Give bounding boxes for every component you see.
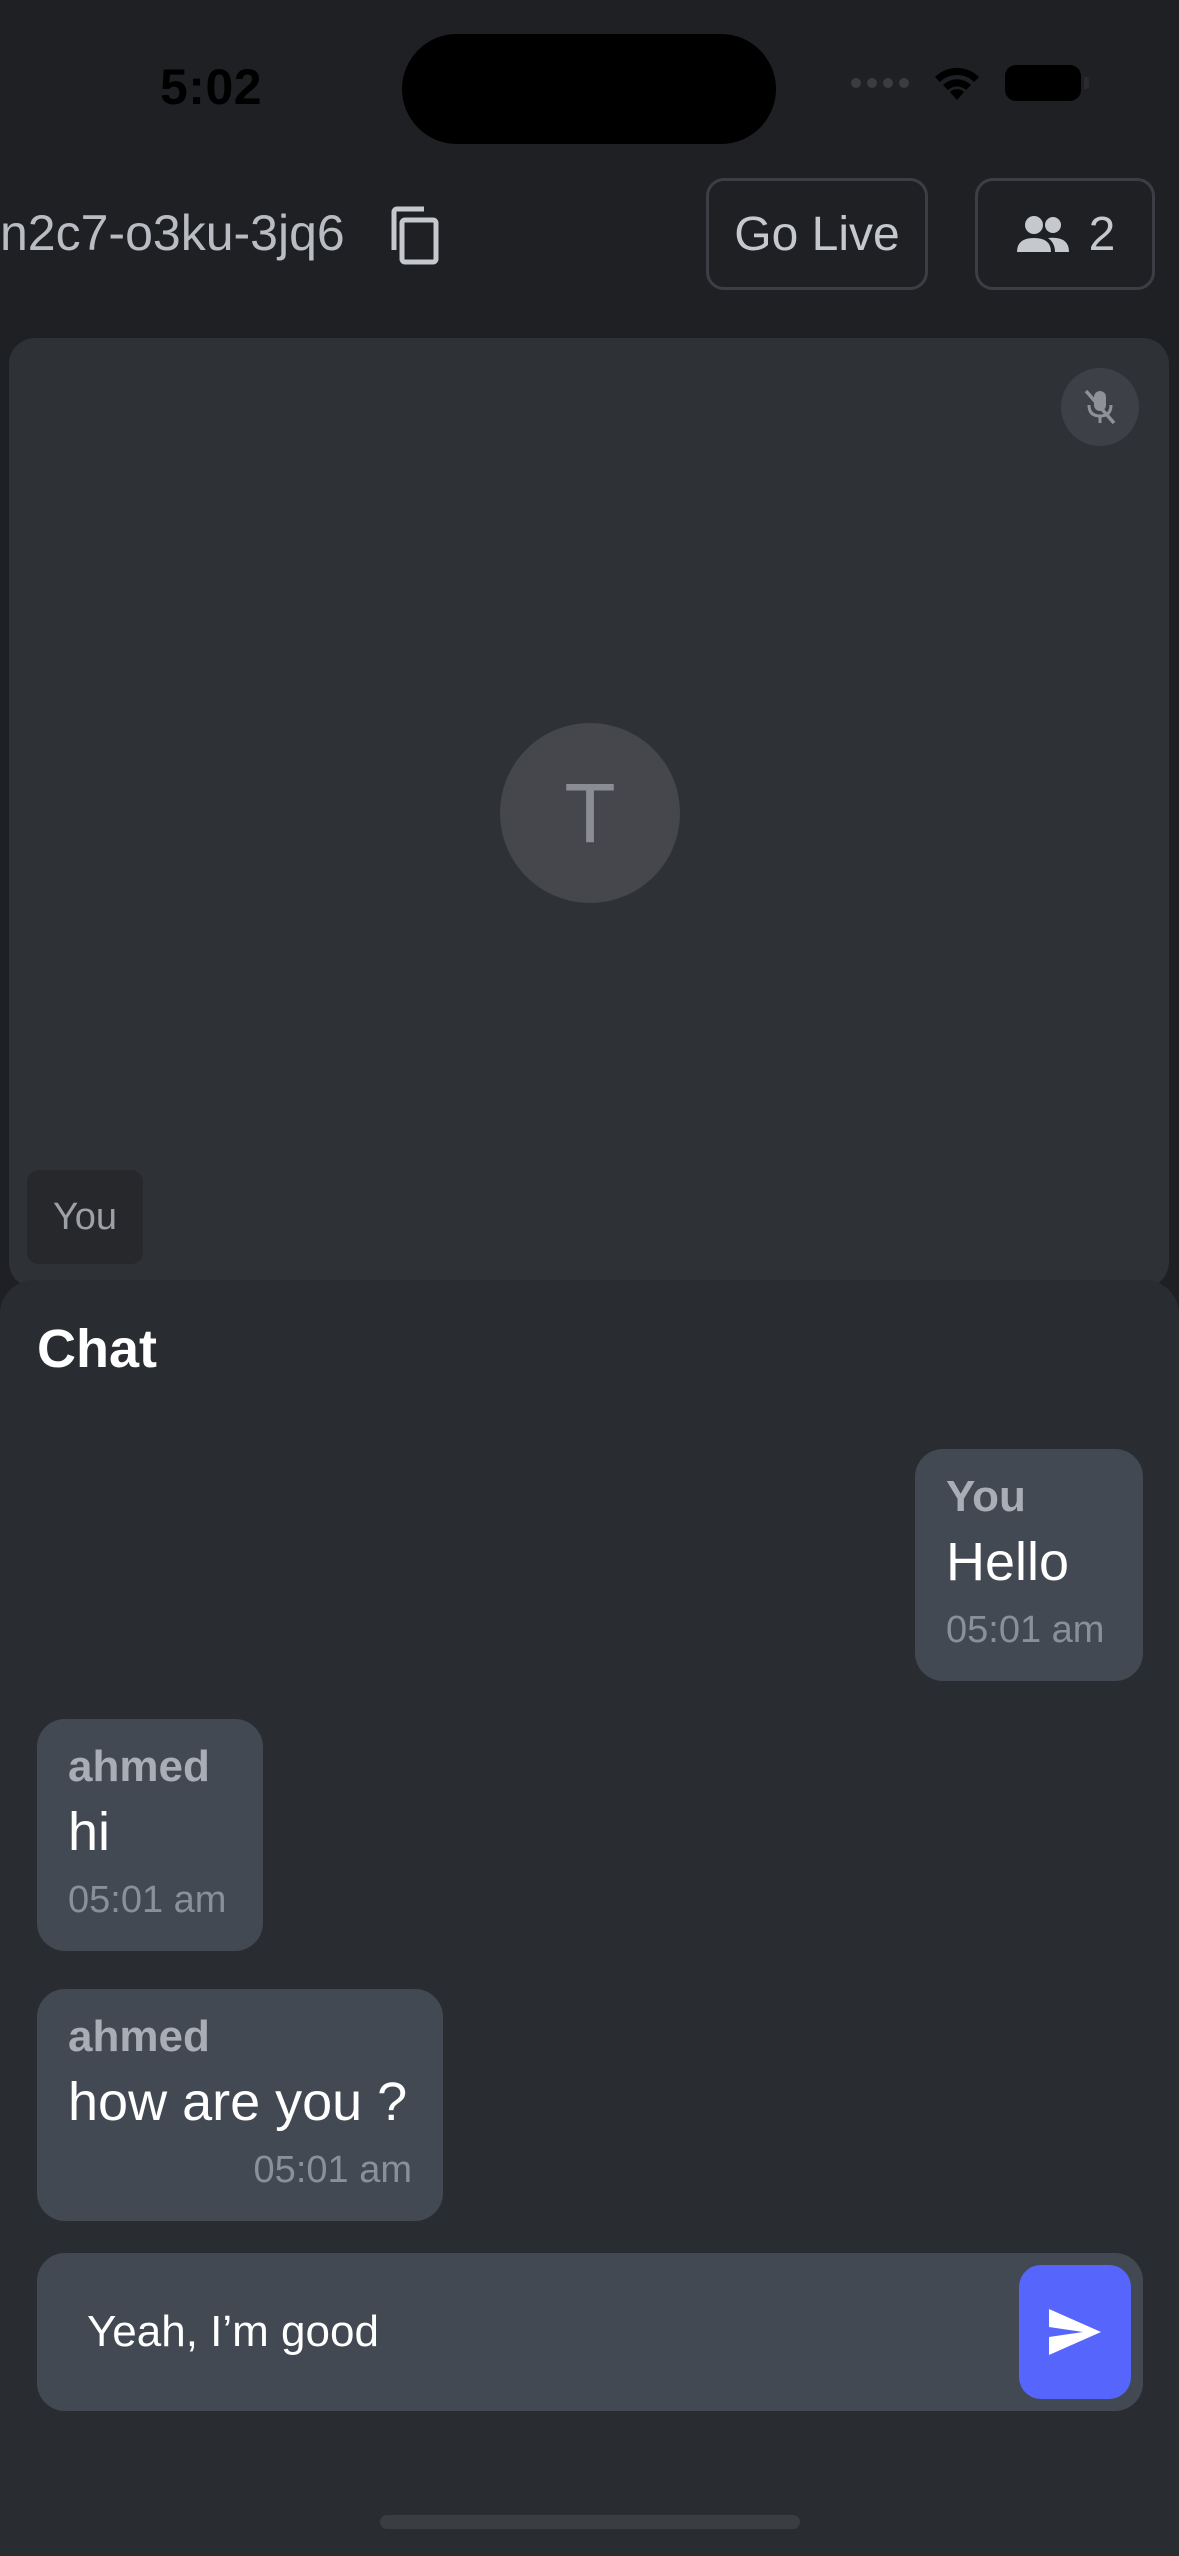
message-composer (37, 2253, 1143, 2411)
chat-message-incoming: ahmed how are you ? 05:01 am (37, 1989, 443, 2221)
message-sender: ahmed (68, 2012, 210, 2061)
cellular-signal-icon (851, 78, 909, 88)
avatar: T (500, 723, 680, 903)
message-time: 05:01 am (68, 1879, 227, 1921)
mic-off-icon (1084, 389, 1116, 425)
chat-panel: Chat You Hello 05:01 am ahmed hi 05:01 a… (0, 1280, 1179, 2556)
send-button[interactable] (1019, 2265, 1131, 2399)
people-icon (1016, 216, 1069, 252)
participant-count: 2 (1088, 207, 1116, 261)
chat-message-incoming: ahmed hi 05:01 am (37, 1719, 263, 1951)
send-icon (1049, 2309, 1101, 2355)
go-live-label: Go Live (734, 207, 900, 261)
wifi-icon (935, 67, 979, 100)
message-sender: ahmed (68, 1742, 210, 1791)
copy-icon[interactable] (386, 204, 444, 266)
home-indicator[interactable] (380, 2515, 800, 2529)
message-text: how are you ? (68, 2072, 408, 2132)
mic-off-badge (1061, 368, 1139, 446)
battery-icon (1005, 65, 1089, 101)
participants-button[interactable]: 2 (975, 178, 1155, 290)
message-time: 05:01 am (253, 2149, 412, 2191)
message-time: 05:01 am (946, 1609, 1105, 1651)
status-icons (851, 64, 1089, 102)
message-input[interactable] (85, 2297, 985, 2367)
message-sender: You (946, 1472, 1026, 1521)
meeting-code: n2c7-o3ku-3jq6 (0, 205, 345, 261)
message-text: Hello (946, 1532, 1070, 1592)
message-text: hi (68, 1802, 111, 1862)
screen: 5:02 n2c7-o3ku-3jq6 Go Live 2 T You Chat… (0, 0, 1179, 2556)
chat-title: Chat (37, 1319, 157, 1379)
dynamic-island (402, 34, 776, 144)
meeting-header: n2c7-o3ku-3jq6 Go Live 2 (0, 178, 1179, 290)
participant-name-tag: You (27, 1170, 143, 1264)
chat-message-outgoing: You Hello 05:01 am (915, 1449, 1143, 1681)
video-tile[interactable]: T You (9, 338, 1169, 1288)
go-live-button[interactable]: Go Live (706, 178, 928, 290)
status-time: 5:02 (160, 59, 263, 115)
